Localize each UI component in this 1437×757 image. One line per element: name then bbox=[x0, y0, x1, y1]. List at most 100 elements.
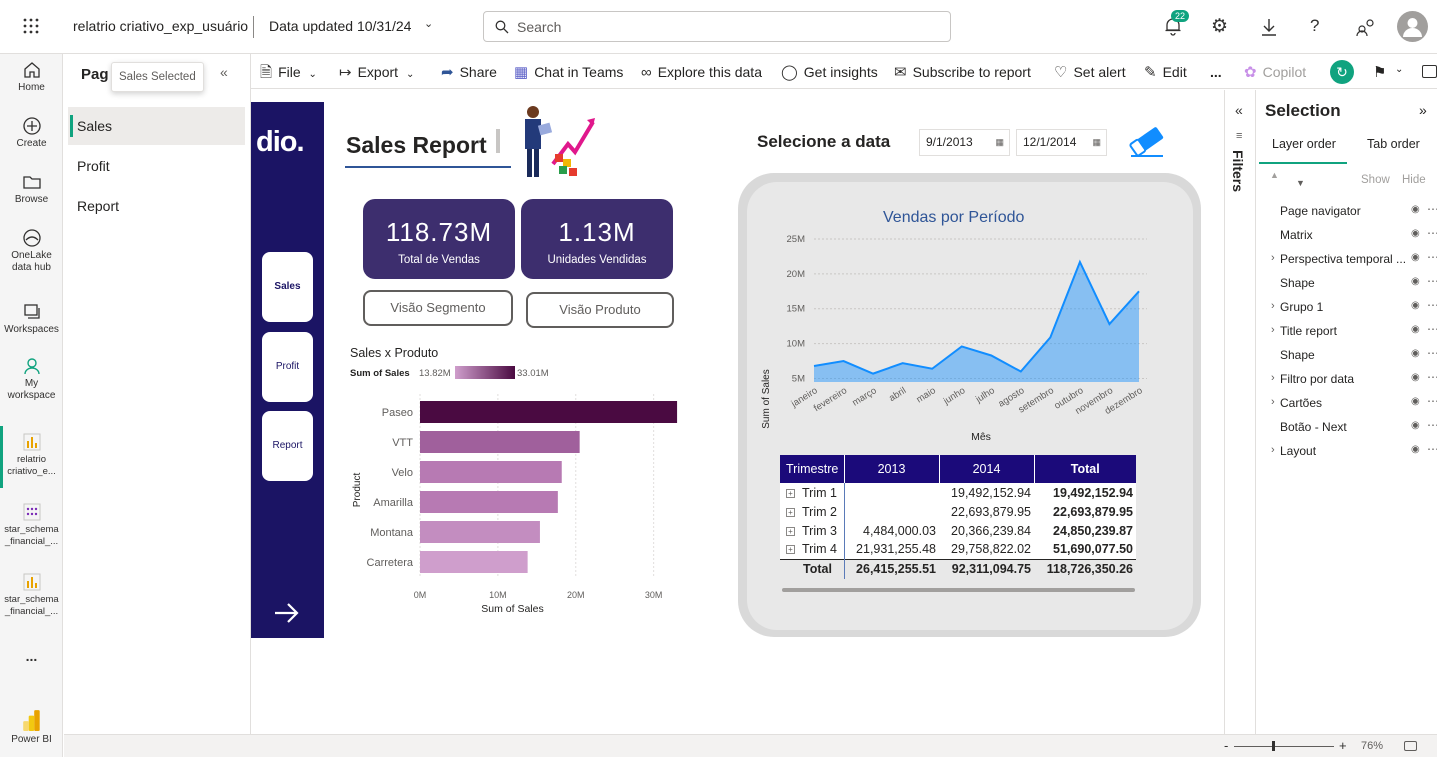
expand-icon[interactable]: + bbox=[786, 545, 795, 555]
zoom-slider[interactable] bbox=[1234, 746, 1334, 747]
share-button[interactable]: ➦ Share bbox=[441, 55, 497, 89]
download-icon[interactable] bbox=[1260, 17, 1278, 40]
more-icon[interactable]: ⋯ bbox=[1427, 418, 1437, 432]
date-from-input[interactable]: 9/1/2013 ▦ bbox=[919, 129, 1010, 156]
move-up-icon[interactable]: ▲ bbox=[1270, 170, 1279, 180]
app-launcher-icon[interactable] bbox=[22, 17, 40, 35]
rail-powerbi[interactable]: Power BI bbox=[0, 708, 63, 746]
rail-recent-report[interactable]: relatrio criativo_e... bbox=[0, 432, 63, 478]
insights-button[interactable]: ◯ Get insights bbox=[781, 55, 878, 89]
tab-layer-order[interactable]: Layer order bbox=[1272, 137, 1336, 151]
matrix-row-header[interactable]: + Trim 4 bbox=[780, 540, 845, 559]
more-icon[interactable]: ⋯ bbox=[1427, 274, 1437, 288]
rail-onelake[interactable]: OneLake data hub bbox=[0, 228, 63, 274]
zoom-out-button[interactable]: - bbox=[1224, 738, 1228, 753]
gear-icon[interactable]: ⚙ bbox=[1211, 17, 1228, 37]
more-icon[interactable]: ⋯ bbox=[1427, 298, 1437, 312]
layer-item[interactable]: Page navigator ◉ ⋯ bbox=[1280, 202, 1437, 218]
edit-button[interactable]: ✎ Edit bbox=[1144, 55, 1187, 89]
layer-item[interactable]: › Filtro por data ◉ ⋯ bbox=[1271, 370, 1437, 386]
copilot-button[interactable]: ✿ Copilot bbox=[1244, 55, 1306, 89]
chevron-down-icon[interactable]: ⌄ bbox=[1395, 64, 1403, 75]
nav-button-sales[interactable]: Sales bbox=[262, 252, 313, 322]
more-options-button[interactable]: ... bbox=[1210, 55, 1222, 89]
more-icon[interactable]: ⋯ bbox=[1427, 394, 1437, 408]
matrix-header[interactable]: Total bbox=[1034, 455, 1136, 483]
horizontal-scrollbar[interactable] bbox=[782, 588, 1135, 592]
eye-icon[interactable]: ◉ bbox=[1411, 396, 1420, 407]
layer-item[interactable]: › Title report ◉ ⋯ bbox=[1271, 322, 1437, 338]
chevron-right-icon[interactable]: › bbox=[1271, 372, 1275, 384]
nav-button-report[interactable]: Report bbox=[262, 411, 313, 481]
layer-item[interactable]: Shape ◉ ⋯ bbox=[1280, 274, 1437, 290]
filters-pane-collapsed[interactable]: « ≡ Filters bbox=[1224, 90, 1256, 734]
expand-icon[interactable]: + bbox=[786, 488, 795, 498]
tab-tab-order[interactable]: Tab order bbox=[1367, 137, 1420, 151]
more-icon[interactable]: ⋯ bbox=[1427, 322, 1437, 336]
eye-icon[interactable]: ◉ bbox=[1411, 276, 1420, 287]
data-updated[interactable]: Data updated 10/31/24 bbox=[269, 18, 411, 34]
matrix-header[interactable]: Trimestre bbox=[780, 455, 845, 483]
notifications-button[interactable]: 22 bbox=[1163, 10, 1190, 38]
page-tab-sales[interactable]: Sales bbox=[68, 107, 245, 145]
subscribe-button[interactable]: ✉ Subscribe to report bbox=[894, 55, 1031, 89]
chat-in-teams-button[interactable]: ▦ Chat in Teams bbox=[514, 55, 623, 89]
eye-icon[interactable]: ◉ bbox=[1411, 372, 1420, 383]
chevron-down-icon[interactable]: ⌄ bbox=[424, 17, 433, 30]
layer-item[interactable]: Matrix ◉ ⋯ bbox=[1280, 226, 1437, 242]
filters-label[interactable]: Filters bbox=[1230, 150, 1246, 192]
page-tab-report[interactable]: Report bbox=[68, 187, 245, 225]
arrow-right-icon[interactable] bbox=[273, 601, 301, 625]
nav-button-profit[interactable]: Profit bbox=[262, 332, 313, 402]
expand-arrow-icon[interactable]: » bbox=[1419, 102, 1427, 118]
file-menu[interactable]: 🗎 File ⌄ bbox=[260, 55, 317, 89]
refresh-icon[interactable]: ↻ bbox=[1330, 60, 1354, 84]
report-name[interactable]: relatrio criativo_exp_usuário bbox=[73, 18, 248, 34]
matrix-row-header[interactable]: + Trim 2 bbox=[780, 502, 845, 521]
chevron-right-icon[interactable]: › bbox=[1271, 324, 1275, 336]
layer-item[interactable]: › Grupo 1 ◉ ⋯ bbox=[1271, 298, 1437, 314]
eye-icon[interactable]: ◉ bbox=[1411, 228, 1420, 239]
bookmark-icon[interactable]: ⚑ bbox=[1373, 63, 1386, 81]
share-people-icon[interactable] bbox=[1356, 17, 1376, 40]
more-icon[interactable]: ⋯ bbox=[1427, 346, 1437, 360]
more-icon[interactable]: ⋯ bbox=[1427, 202, 1437, 216]
chevron-right-icon[interactable]: › bbox=[1271, 444, 1275, 456]
avatar[interactable] bbox=[1397, 11, 1428, 42]
matrix-row-header[interactable]: + Trim 3 bbox=[780, 521, 845, 540]
collapse-pages-icon[interactable]: « bbox=[220, 64, 228, 80]
set-alert-button[interactable]: ♡ Set alert bbox=[1054, 55, 1126, 89]
more-icon[interactable]: ⋯ bbox=[1427, 250, 1437, 264]
search-input[interactable]: Search bbox=[517, 19, 561, 35]
rail-more-button[interactable]: ... bbox=[0, 649, 63, 663]
rail-create[interactable]: Create bbox=[0, 116, 63, 150]
rail-recent-model[interactable]: star_schema _financial_... bbox=[0, 502, 63, 548]
view-icon[interactable] bbox=[1422, 65, 1437, 78]
more-icon[interactable]: ⋯ bbox=[1427, 226, 1437, 240]
rail-browse[interactable]: Browse bbox=[0, 172, 63, 206]
visao-segmento-button[interactable]: Visão Segmento bbox=[363, 290, 513, 326]
matrix-row-header[interactable]: + Trim 1 bbox=[780, 483, 845, 502]
show-all-button[interactable]: Show bbox=[1361, 174, 1390, 186]
rail-home[interactable]: Home bbox=[0, 60, 63, 94]
zoom-level[interactable]: 76% bbox=[1361, 740, 1383, 752]
more-icon[interactable]: ⋯ bbox=[1427, 370, 1437, 384]
expand-icon[interactable]: + bbox=[786, 526, 795, 536]
help-icon[interactable]: ? bbox=[1310, 16, 1319, 36]
eye-icon[interactable]: ◉ bbox=[1411, 444, 1420, 455]
more-icon[interactable]: ⋯ bbox=[1427, 442, 1437, 456]
rail-my-workspace[interactable]: My workspace bbox=[0, 356, 63, 402]
visao-produto-button[interactable]: Visão Produto bbox=[526, 292, 674, 328]
rail-recent-report-2[interactable]: star_schema _financial_... bbox=[0, 572, 63, 618]
chevron-right-icon[interactable]: › bbox=[1271, 252, 1275, 264]
eye-icon[interactable]: ◉ bbox=[1411, 300, 1420, 311]
layer-item[interactable]: › Layout ◉ ⋯ bbox=[1271, 442, 1437, 458]
eye-icon[interactable]: ◉ bbox=[1411, 204, 1420, 215]
eye-icon[interactable]: ◉ bbox=[1411, 420, 1420, 431]
collapse-arrow-icon[interactable]: « bbox=[1235, 102, 1243, 118]
matrix-header[interactable]: 2014 bbox=[939, 455, 1035, 483]
eye-icon[interactable]: ◉ bbox=[1411, 324, 1420, 335]
rail-workspaces[interactable]: Workspaces bbox=[0, 302, 63, 336]
matrix-header[interactable]: 2013 bbox=[844, 455, 940, 483]
layer-item[interactable]: Shape ◉ ⋯ bbox=[1280, 346, 1437, 362]
